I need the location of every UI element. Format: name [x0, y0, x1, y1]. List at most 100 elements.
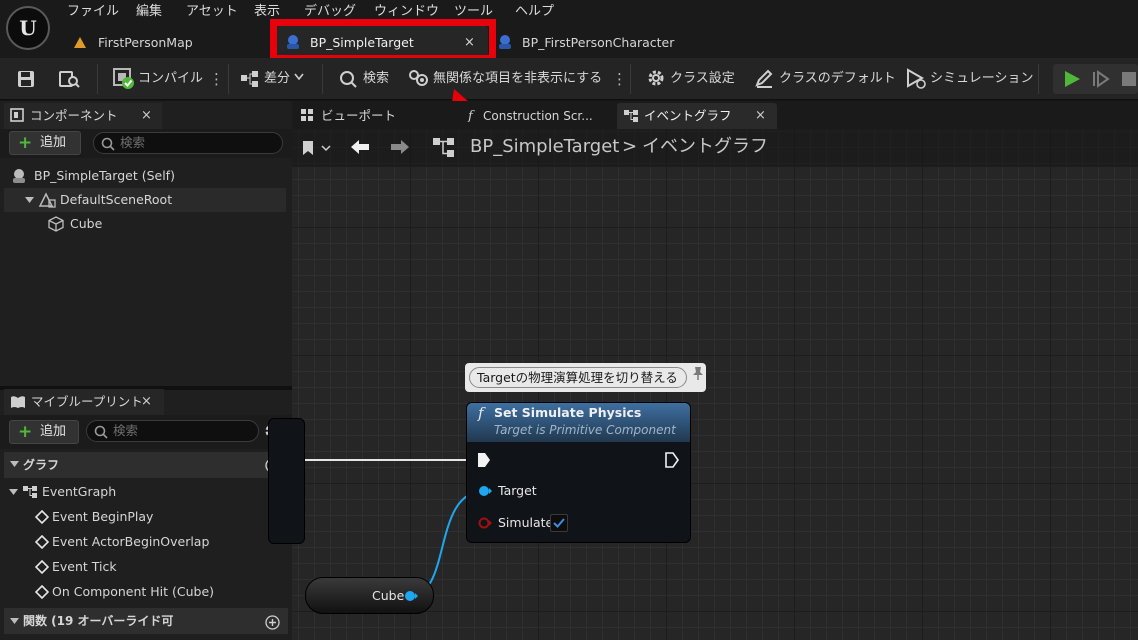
event-item-beginplay[interactable]: Event BeginPlay: [52, 505, 153, 529]
step-icon[interactable]: [1092, 70, 1110, 88]
add-button[interactable]: + 追加: [9, 420, 79, 444]
tree-item-defaultsceneroot[interactable]: DefaultSceneRoot: [60, 188, 172, 212]
toolbar-separator: [630, 64, 631, 94]
components-title: コンポーネント: [30, 108, 118, 123]
exec-in-pin[interactable]: [477, 452, 491, 468]
class-defaults-button[interactable]: クラスのデフォルト: [779, 58, 896, 100]
target-pin[interactable]: [478, 485, 492, 497]
save-icon[interactable]: [16, 69, 36, 89]
tab-event-graph-label: イベントグラフ: [644, 108, 732, 123]
components-icon: [10, 108, 24, 122]
tab-viewport[interactable]: ビューポート: [321, 104, 396, 128]
forward-arrow-icon[interactable]: [389, 138, 411, 156]
simulation-icon: [905, 68, 927, 90]
event-item-tick[interactable]: Event Tick: [52, 555, 117, 579]
menu-file[interactable]: ファイル: [67, 3, 119, 21]
node-title: Set Simulate Physics: [494, 405, 642, 420]
close-icon[interactable]: ×: [141, 103, 152, 129]
more-options-icon[interactable]: ⋮: [612, 58, 627, 100]
component-search-input[interactable]: 検索: [93, 132, 283, 154]
self-icon: [11, 168, 27, 184]
menu-asset[interactable]: アセット: [186, 3, 238, 21]
tab-construction-script[interactable]: Construction Scr...: [483, 104, 593, 128]
back-arrow-icon[interactable]: [349, 138, 371, 156]
simulation-button[interactable]: シミュレーション: [930, 58, 1033, 100]
plus-icon: +: [18, 422, 33, 442]
checkmark-icon: [553, 518, 565, 528]
diff-button[interactable]: 差分: [264, 58, 290, 100]
functions-section-title: 関数 (19 オーバーライド可: [23, 614, 174, 628]
event-item-componenthit[interactable]: On Component Hit (Cube): [52, 580, 214, 604]
cube-node-label: Cube: [372, 588, 405, 603]
event-graph-item[interactable]: EventGraph: [42, 480, 116, 504]
simulate-pin-label: Simulate: [498, 515, 554, 530]
compile-options-icon[interactable]: ⋮: [209, 58, 224, 100]
graphs-section-title: グラフ: [23, 458, 60, 472]
tree-item-self[interactable]: BP_SimpleTarget (Self): [34, 164, 175, 188]
toolbar-separator: [97, 64, 98, 94]
class-settings-button[interactable]: クラス設定: [670, 58, 735, 100]
event-item-actorbeginoverlap[interactable]: Event ActorBeginOverlap: [52, 530, 209, 554]
browse-icon[interactable]: [58, 69, 80, 89]
graph-icon: [22, 485, 38, 499]
compile-button[interactable]: コンパイル: [138, 58, 203, 100]
exec-out-pin[interactable]: [665, 452, 679, 468]
compile-icon: [113, 68, 135, 90]
add-component-button[interactable]: + 追加: [9, 131, 81, 155]
search-icon: [94, 425, 108, 439]
tree-item-cube[interactable]: Cube: [70, 212, 102, 236]
menu-edit[interactable]: 編集: [136, 3, 162, 21]
event-icon: [35, 585, 49, 599]
hide-unrelated-icon: [408, 69, 430, 89]
menu-help[interactable]: ヘルプ: [515, 3, 554, 21]
tab-firstpersonmap[interactable]: FirstPersonMap: [98, 28, 193, 58]
cube-output-pin[interactable]: [404, 590, 420, 602]
level-icon: [73, 35, 87, 49]
comment-text: Targetの物理演算処理を切り替える: [469, 367, 687, 388]
toolbar-separator: [322, 64, 323, 94]
search-icon: [101, 137, 115, 151]
close-icon[interactable]: ×: [141, 389, 152, 415]
close-icon[interactable]: ×: [755, 104, 766, 128]
breadcrumb-blueprint[interactable]: BP_SimpleTarget: [470, 134, 619, 160]
svg-text:f: f: [467, 109, 475, 122]
tab-bp-firstpersoncharacter[interactable]: BP_FirstPersonCharacter: [522, 28, 674, 58]
pin-icon[interactable]: [692, 366, 704, 380]
blueprint-icon: [497, 34, 513, 50]
expand-arrow-icon[interactable]: [9, 489, 18, 496]
breadcrumb-graph: イベントグラフ: [642, 136, 768, 157]
search-icon: [338, 69, 358, 89]
bookmark-icon[interactable]: [301, 139, 331, 157]
class-defaults-icon: [754, 68, 774, 88]
toolbar-separator: [228, 64, 229, 94]
target-pin-label: Target: [498, 483, 537, 498]
event-icon: [35, 510, 49, 524]
my-blueprint-title: マイブループリント: [31, 394, 143, 409]
simulate-pin[interactable]: [478, 517, 494, 529]
simulate-checkbox[interactable]: [550, 514, 568, 532]
gear-icon: [646, 68, 666, 88]
add-circle-icon[interactable]: [265, 615, 280, 630]
blueprint-search-input[interactable]: 検索: [86, 420, 259, 442]
play-icon[interactable]: [1062, 69, 1082, 89]
cube-icon: [48, 216, 64, 232]
breadcrumb-separator: >: [622, 136, 638, 157]
plus-icon: +: [18, 133, 33, 153]
stop-icon[interactable]: [1121, 71, 1137, 87]
toolbar-separator: [1038, 64, 1039, 94]
book-icon: [10, 395, 26, 409]
expand-arrow-icon[interactable]: [25, 197, 34, 204]
collapse-arrow-icon: [10, 461, 19, 468]
chevron-down-icon[interactable]: [294, 73, 304, 81]
scene-root-icon: [38, 192, 56, 208]
event-icon: [35, 560, 49, 574]
function-icon: f: [478, 404, 484, 422]
unreal-logo[interactable]: U: [6, 6, 50, 50]
search-button[interactable]: 検索: [363, 58, 389, 100]
node-subtitle: Target is Primitive Component: [494, 423, 676, 437]
function-icon: f: [467, 108, 477, 122]
event-icon: [35, 535, 49, 549]
graph-icon: [623, 109, 639, 123]
collapse-arrow-icon: [10, 618, 19, 625]
graph-icon: [432, 137, 456, 159]
